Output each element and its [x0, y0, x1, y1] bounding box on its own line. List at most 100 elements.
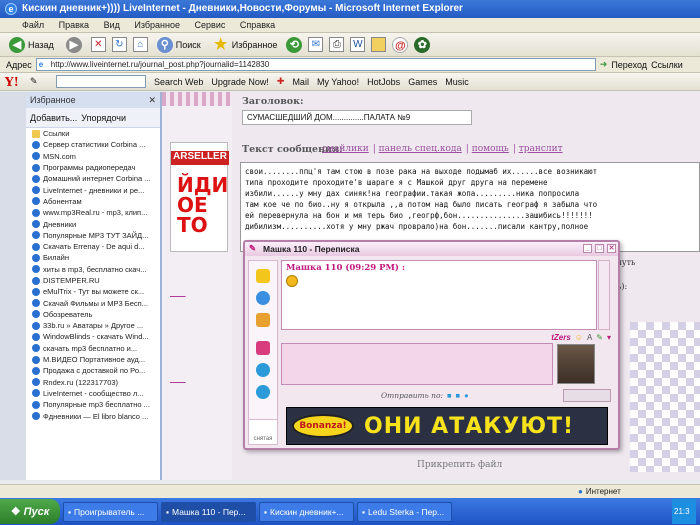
favorite-item[interactable]: скачать mp3 бесплатно и... [26, 343, 160, 354]
favorites-button[interactable]: ★ Избранное [210, 35, 281, 55]
favorite-item[interactable]: Ссылки [26, 128, 160, 139]
font-icon[interactable]: A [587, 333, 592, 342]
more-icon[interactable]: ▾ [607, 333, 611, 342]
favorite-item[interactable]: Скачай Фильмы и MP3 Бесп... [26, 297, 160, 308]
go-arrow-icon[interactable]: ➜ [600, 59, 608, 70]
side-link[interactable] [170, 288, 186, 297]
links-button[interactable]: Ссылки [651, 60, 683, 70]
favorite-item[interactable]: Rndex.ru (122317703) [26, 377, 160, 388]
music-link[interactable]: Music [445, 77, 469, 87]
chat-bubble-icon[interactable] [256, 313, 270, 327]
taskbar-button[interactable]: ▪ Машка 110 - Пер... [161, 501, 256, 522]
favorite-item[interactable]: Абонентам [26, 196, 160, 207]
special-code-link[interactable]: панель спец.кода [379, 144, 462, 154]
taskbar-button[interactable]: ▪ Проигрыватель ... [63, 501, 158, 522]
send-option-icon[interactable]: ■ [447, 391, 452, 400]
favorite-item[interactable]: eMulTrix - Тут вы можете ск... [26, 286, 160, 297]
webcam-icon[interactable] [256, 385, 270, 399]
go-button[interactable]: Переход [611, 60, 647, 70]
send-option-icon-3[interactable]: ● [464, 391, 469, 400]
globe-icon[interactable] [256, 291, 270, 305]
favorite-item[interactable]: www.mp3Real.ru - mp3, клип... [26, 207, 160, 218]
favorite-item[interactable]: Сервер статистики Corbina ... [26, 139, 160, 150]
search-web-button[interactable]: Search Web [154, 77, 203, 87]
yahoo-search-input[interactable] [56, 75, 146, 88]
taskbar-button[interactable]: ▪ Ledu Sterka - Пер... [357, 501, 452, 522]
send-option-icon-2[interactable]: ■ [456, 391, 461, 400]
message-textarea[interactable]: свои........ппц'я там стою в позе рака н… [240, 162, 700, 252]
translit-link[interactable]: транслит [519, 144, 563, 154]
menu-help[interactable]: Справка [240, 20, 275, 30]
start-button[interactable]: ❖ Пуск [0, 499, 60, 524]
favorite-item[interactable]: MSN.com [26, 151, 160, 162]
favorite-item[interactable]: 33b.ru » Аватары » Другое ... [26, 320, 160, 331]
upgrade-button[interactable]: Upgrade Now! [211, 77, 269, 87]
favorite-item[interactable]: хиты в mp3, бесплатно скач... [26, 264, 160, 275]
history-icon[interactable]: ⟲ [286, 36, 303, 53]
menu-edit[interactable]: Правка [59, 20, 89, 30]
favorite-item[interactable]: DISTEMPER.RU [26, 275, 160, 286]
pencil-icon[interactable]: ✎ [30, 76, 48, 87]
notes-icon[interactable] [256, 269, 270, 283]
attach-file-label[interactable]: Прикрепить файл [417, 460, 502, 470]
address-input[interactable]: http://www.liveinternet.ru/journal_post.… [35, 58, 596, 71]
my-yahoo-link[interactable]: My Yahoo! [317, 77, 359, 87]
close-icon[interactable]: ✕ [148, 95, 156, 106]
side-link[interactable] [170, 374, 186, 383]
window-title-bar[interactable]: e Кискин дневник+)))) LiveInternet - Дне… [0, 0, 700, 18]
favorite-item[interactable]: M.ВИДЕО Портативное ауд... [26, 354, 160, 365]
organize-favorites-button[interactable]: Упорядочи [81, 113, 126, 123]
favorite-item[interactable]: Домашний интернет Corbina ... [26, 173, 160, 184]
messenger-icon[interactable]: ✿ [414, 36, 431, 53]
favorite-item[interactable]: Фдневники — El libro blanco ... [26, 410, 160, 421]
microphone-icon[interactable] [256, 363, 270, 377]
favorite-item[interactable]: Популярные MP3 ТУТ ЗАЙД... [26, 230, 160, 241]
menu-favorites[interactable]: Избранное [134, 20, 180, 30]
favorite-item[interactable]: Дневники [26, 218, 160, 229]
menu-view[interactable]: Вид [104, 20, 120, 30]
tzers-button[interactable]: tZers [551, 333, 571, 342]
favorite-item[interactable]: LiveInternet - сообщество л... [26, 388, 160, 399]
back-button[interactable]: ◀ Назад [6, 35, 57, 55]
chat-message-input[interactable] [281, 343, 553, 385]
hotjobs-link[interactable]: HotJobs [367, 77, 400, 87]
favorite-item[interactable]: Программы радиопередач [26, 162, 160, 173]
help-link[interactable]: помощь [472, 144, 509, 154]
chat-ad-banner[interactable]: Bonanza! ОНИ АТАКУЮТ! [286, 407, 608, 445]
favorite-item[interactable]: Продажа с доставкой по Ро... [26, 365, 160, 376]
taskbar-button[interactable]: ▪ Кискин дневник+... [259, 501, 354, 522]
folder-icon[interactable] [371, 37, 387, 52]
word-icon[interactable]: W [350, 37, 366, 52]
title-input[interactable]: СУМАСШЕДШИЙ ДОМ..............ПАЛАТА №9 [242, 110, 472, 125]
favorite-item[interactable]: Популярные mp3 бесплатно ... [26, 399, 160, 410]
favorite-item[interactable]: LiveInternet - дневники и ре... [26, 184, 160, 195]
chat-bottom-panel[interactable]: снятая [248, 419, 278, 445]
favorite-item[interactable]: Билайн [26, 252, 160, 263]
smiley-picker-icon[interactable]: ☺ [575, 333, 583, 342]
home-icon[interactable]: ⌂ [132, 37, 148, 52]
at-icon[interactable]: @ [392, 36, 409, 53]
favorite-item[interactable]: Скачать Errenay - De aqui d... [26, 241, 160, 252]
favorite-item[interactable]: WindowBlinds - скачать Wind... [26, 331, 160, 342]
games-link[interactable]: Games [408, 77, 437, 87]
ad-banner[interactable]: ARSELLER ЙДИ ОЕ ТО [170, 142, 229, 252]
mail-link[interactable]: Mail [292, 77, 309, 87]
chat-title-bar[interactable]: ✎ Машка 110 - Переписка _ □ ✕ [245, 242, 618, 256]
smileys-link[interactable]: смайлики [322, 144, 369, 154]
menu-tools[interactable]: Сервис [195, 20, 226, 30]
maximize-icon[interactable]: □ [595, 244, 604, 253]
heart-icon[interactable] [256, 341, 270, 355]
add-favorite-button[interactable]: Добавить... [30, 113, 77, 123]
yahoo-logo-icon[interactable]: Y! [5, 75, 19, 89]
menu-file[interactable]: Файл [22, 20, 44, 30]
close-icon[interactable]: ✕ [607, 244, 616, 253]
chat-scrollbar[interactable] [598, 260, 610, 330]
color-icon[interactable]: ✎ [596, 333, 603, 342]
send-button[interactable] [563, 388, 611, 402]
shield-icon[interactable]: ✚ [277, 76, 285, 87]
search-button[interactable]: ⚲ Поиск [154, 35, 204, 55]
minimize-icon[interactable]: _ [583, 244, 592, 253]
refresh-icon[interactable]: ↻ [111, 37, 127, 52]
mail-icon[interactable]: ✉ [308, 37, 324, 52]
favorite-item[interactable]: Обозреватель [26, 309, 160, 320]
